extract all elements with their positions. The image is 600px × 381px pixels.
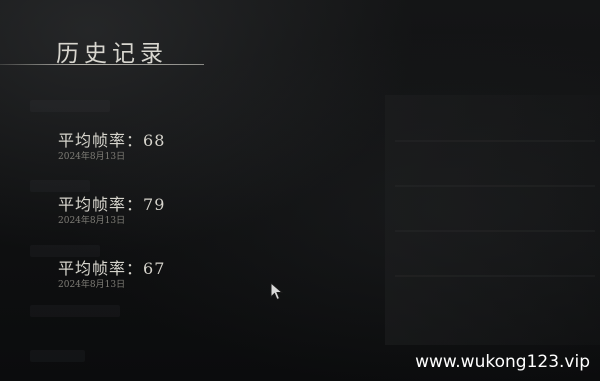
title-underline <box>0 64 204 65</box>
background-divider <box>395 140 595 142</box>
record-date: 2024年8月13日 <box>58 152 126 162</box>
watermark-text: www.wukong123.vip <box>415 352 590 372</box>
record-value: 79 <box>143 195 166 214</box>
history-record[interactable]: 平均帧率：68 2024年8月13日 <box>58 132 258 163</box>
history-record[interactable]: 平均帧率：79 2024年8月13日 <box>58 196 258 227</box>
background-ghost-row <box>30 100 110 112</box>
record-label: 平均帧率： <box>58 131 144 150</box>
record-value: 68 <box>143 131 166 150</box>
background-divider <box>395 185 595 187</box>
record-fps: 平均帧率：68 <box>58 132 258 150</box>
record-date: 2024年8月13日 <box>58 280 126 290</box>
page-title: 历史记录 <box>56 41 168 67</box>
record-fps: 平均帧率：67 <box>58 260 258 278</box>
record-date: 2024年8月13日 <box>58 216 126 226</box>
mouse-pointer-icon <box>270 281 286 306</box>
background-divider <box>395 230 595 232</box>
background-ghost-row <box>30 180 90 192</box>
history-record[interactable]: 平均帧率：67 2024年8月13日 <box>58 260 258 291</box>
record-value: 67 <box>143 259 166 278</box>
record-fps: 平均帧率：79 <box>58 196 258 214</box>
background-ghost-row <box>30 245 100 257</box>
background-divider <box>395 275 595 277</box>
record-label: 平均帧率： <box>58 259 144 278</box>
record-label: 平均帧率： <box>58 195 144 214</box>
background-ghost-row <box>30 305 120 317</box>
background-ghost-row <box>30 350 85 362</box>
background-panel <box>385 95 600 345</box>
